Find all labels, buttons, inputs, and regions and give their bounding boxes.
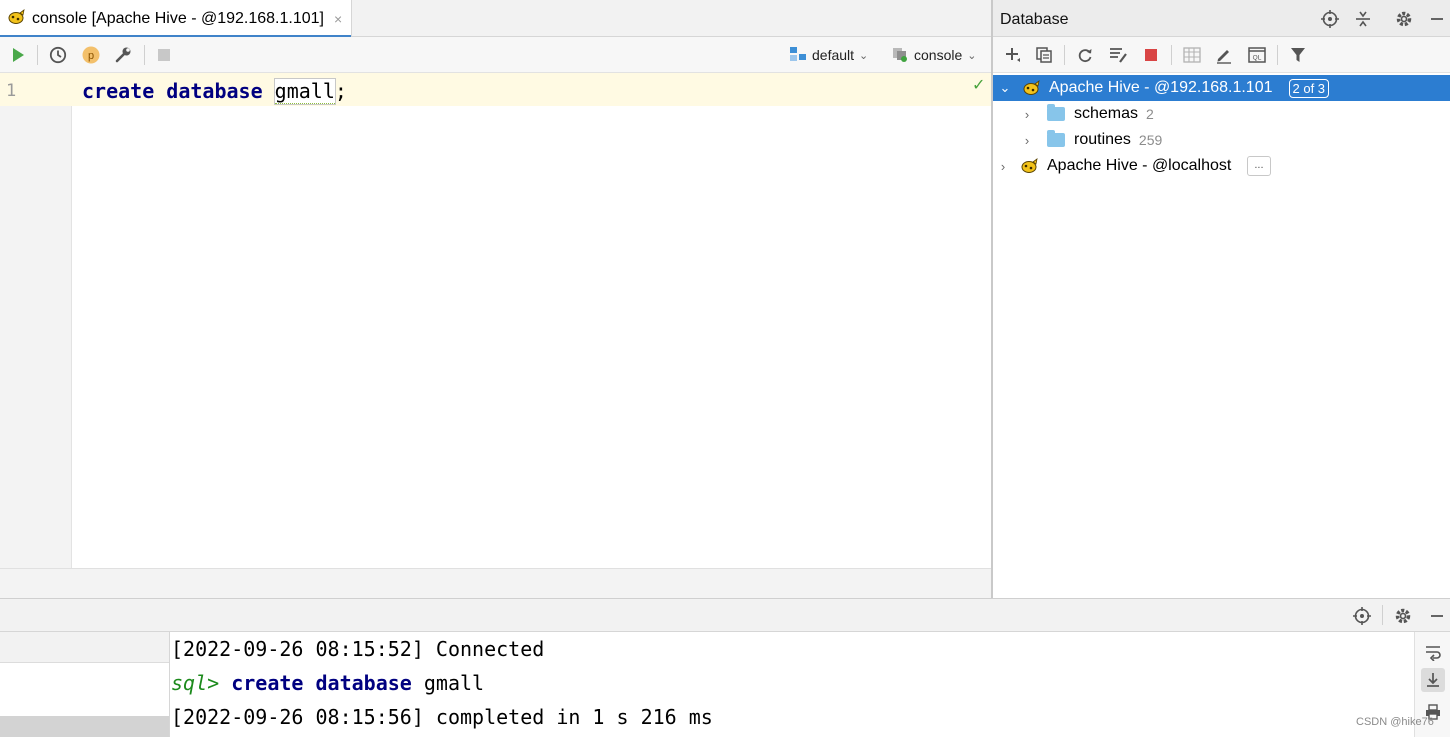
- tree-node-label: schemas: [1074, 105, 1139, 122]
- tree-node-routines[interactable]: › routines 259: [993, 127, 1450, 153]
- schema-sync-icon[interactable]: [1106, 43, 1130, 67]
- tab-title: console [Apache Hive - @192.168.1.101]: [32, 9, 324, 27]
- edit-icon[interactable]: [1212, 43, 1236, 67]
- code-editor[interactable]: 1 create database gmall; ✓: [0, 73, 991, 568]
- session-label: console: [914, 47, 963, 63]
- item-count: 2: [1146, 106, 1154, 122]
- services-header: [0, 599, 1450, 632]
- history-icon[interactable]: [46, 43, 70, 67]
- stop-icon[interactable]: [1139, 43, 1163, 67]
- toolbar-separator: [144, 45, 145, 65]
- editor-pane: console [Apache Hive - @192.168.1.101] ×…: [0, 0, 991, 598]
- schema-label: default: [812, 47, 855, 63]
- hive-icon: [8, 8, 26, 29]
- tree-node-hive-remote[interactable]: ⌄ Apache Hive - @192.168.1.101 2 of 3: [993, 75, 1450, 101]
- close-icon[interactable]: ×: [334, 11, 342, 27]
- services-pane: [2022-09-26 08:15:52] Connected sql> cre…: [0, 598, 1450, 737]
- console-tab[interactable]: console [Apache Hive - @192.168.1.101] ×: [0, 0, 352, 38]
- identifier: gmall: [423, 671, 485, 695]
- soft-wrap-icon[interactable]: [1421, 640, 1445, 664]
- database-toolbar: QL: [993, 37, 1450, 73]
- collapse-icon[interactable]: [1351, 7, 1375, 31]
- locate-icon[interactable]: [1318, 7, 1342, 31]
- console-output[interactable]: [2022-09-26 08:15:52] Connected sql> cre…: [171, 632, 1411, 737]
- parameters-icon[interactable]: p: [79, 43, 103, 67]
- tree-node-label: Apache Hive - @192.168.1.101: [1049, 79, 1273, 96]
- svg-text:p: p: [88, 50, 94, 62]
- table-view-icon[interactable]: [1180, 43, 1204, 67]
- statement-terminator: ;: [334, 79, 347, 103]
- item-count: 259: [1138, 132, 1163, 148]
- schema-selector[interactable]: default ⌄: [789, 43, 868, 67]
- chevron-down-icon: ⌄: [967, 49, 977, 62]
- keyword: database: [315, 671, 412, 695]
- chevron-right-icon[interactable]: ›: [1019, 133, 1035, 148]
- database-tree: ⌄ Apache Hive - @192.168.1.101 2 of 3 › …: [993, 75, 1450, 179]
- copy-icon[interactable]: [1032, 43, 1056, 67]
- chevron-down-icon[interactable]: ⌄: [997, 80, 1013, 96]
- output-line: [2022-09-26 08:15:52] Connected: [171, 637, 545, 661]
- tree-node-label: Apache Hive - @localhost: [1047, 157, 1232, 174]
- database-header: Database: [993, 0, 1450, 37]
- refresh-icon[interactable]: [1073, 43, 1097, 67]
- sql-console-icon[interactable]: QL: [1245, 43, 1269, 67]
- output-line: [2022-09-26 08:15:56] completed in 1 s 2…: [171, 705, 713, 729]
- keyword: database: [166, 79, 263, 103]
- output-line-command: sql> create database gmall: [171, 666, 1411, 700]
- editor-toolbar: p default ⌄ console ⌄: [0, 37, 991, 73]
- folder-icon: [1047, 104, 1074, 121]
- tree-node-label: routines: [1074, 131, 1131, 148]
- code-line[interactable]: create database gmall;: [82, 78, 347, 105]
- chevron-right-icon[interactable]: ›: [995, 159, 1011, 174]
- svg-text:QL: QL: [1253, 55, 1262, 62]
- add-icon[interactable]: [1001, 43, 1025, 67]
- gear-icon[interactable]: [1392, 7, 1416, 31]
- line-number: 1: [6, 81, 17, 101]
- more-button[interactable]: ...: [1247, 156, 1271, 176]
- editor-tab-strip: console [Apache Hive - @192.168.1.101] ×: [0, 0, 991, 38]
- folder-icon: [1047, 130, 1074, 147]
- watermark: CSDN @hike76: [1356, 716, 1434, 728]
- toolbar-separator: [37, 45, 38, 65]
- database-title: Database: [1000, 11, 1069, 28]
- hive-icon: [1023, 80, 1041, 96]
- run-icon[interactable]: [6, 43, 30, 67]
- hive-icon: [1021, 158, 1039, 174]
- database-pane: Database QL ⌄ Apache Hive - @192.168.1.1…: [991, 0, 1450, 598]
- scroll-to-end-icon[interactable]: [1421, 668, 1445, 692]
- tree-node-schemas[interactable]: › schemas 2: [993, 101, 1450, 127]
- tree-node-hive-localhost[interactable]: › Apache Hive - @localhost ...: [993, 153, 1450, 179]
- services-tree[interactable]: [0, 632, 170, 737]
- settings-wrench-icon[interactable]: [111, 43, 135, 67]
- minimize-icon[interactable]: [1425, 604, 1449, 628]
- schema-icon: [789, 46, 807, 65]
- stop-icon[interactable]: [152, 43, 176, 67]
- gear-icon[interactable]: [1391, 604, 1415, 628]
- console-session-icon: [891, 46, 909, 65]
- inspection-ok-icon[interactable]: ✓: [972, 75, 985, 95]
- chevron-right-icon[interactable]: ›: [1019, 107, 1035, 122]
- keyword: create: [82, 79, 155, 103]
- keyword: create: [231, 671, 304, 695]
- schema-count-badge[interactable]: 2 of 3: [1288, 78, 1330, 98]
- editor-bottom-bar: [0, 568, 991, 598]
- chevron-down-icon: ⌄: [859, 49, 869, 62]
- session-selector[interactable]: console ⌄: [891, 43, 976, 67]
- locate-icon[interactable]: [1350, 604, 1374, 628]
- line-gutter: 1: [0, 73, 72, 568]
- minimize-icon[interactable]: [1425, 7, 1449, 31]
- identifier: gmall: [273, 78, 336, 105]
- filter-icon[interactable]: [1286, 43, 1310, 67]
- sql-prompt: sql>: [171, 671, 220, 695]
